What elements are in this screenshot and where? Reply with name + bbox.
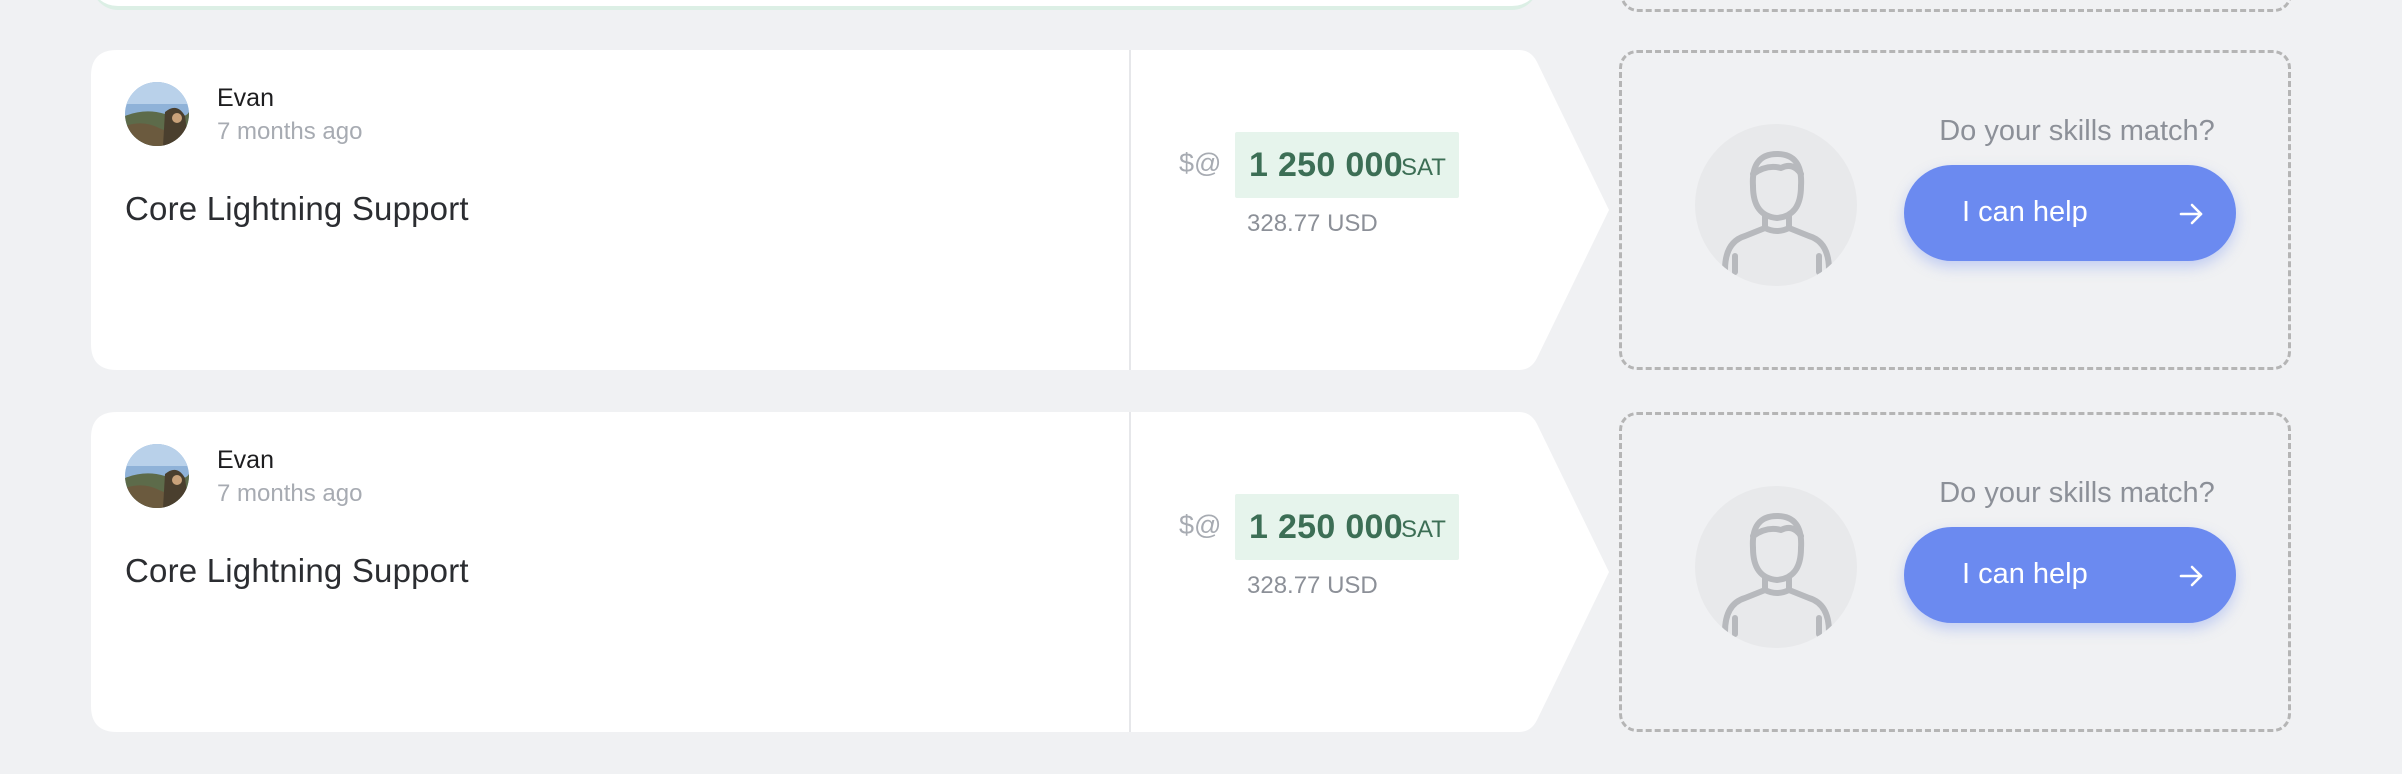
arrow-right-icon [2179,565,2203,587]
skills-match-prompt: Do your skills match? [1939,115,2215,147]
arrow-right-icon [2179,203,2203,225]
skills-match-prompt: Do your skills match? [1939,477,2215,509]
author-avatar[interactable] [125,82,189,146]
card-divider [1129,412,1131,732]
currency-icon: $@ [1179,510,1222,540]
sat-unit: SAT [1401,516,1446,543]
bounty-title[interactable]: Core Lightning Support [125,552,469,590]
author-name[interactable]: Evan [217,446,274,475]
user-placeholder-icon [1695,486,1857,648]
i-can-help-label: I can help [1962,196,2088,228]
bounty-card[interactable]: Evan 7 months ago Core Lightning Support… [91,412,1609,732]
usd-amount: 328.77 USD [1247,210,1378,237]
bounty-row: Evan 7 months ago Core Lightning Support… [0,412,2402,732]
card-divider [1129,50,1131,370]
usd-amount: 328.77 USD [1247,572,1378,599]
sat-amount: 1 250 000 [1249,508,1403,546]
bounty-card[interactable]: Evan 7 months ago Core Lightning Support… [91,50,1609,370]
previous-bounty-card-edge [92,0,1538,10]
previous-match-panel-edge [1620,0,2292,12]
sat-amount-badge: 1 250 000 SAT [1235,132,1459,198]
i-can-help-button[interactable]: I can help [1904,527,2236,623]
user-placeholder-icon [1695,124,1857,286]
post-time: 7 months ago [217,480,363,507]
author-avatar[interactable] [125,444,189,508]
post-time: 7 months ago [217,118,363,145]
skills-match-panel: Do your skills match? I can help [1619,412,2291,732]
bounty-row: Evan 7 months ago Core Lightning Support… [0,50,2402,370]
sat-amount: 1 250 000 [1249,146,1403,184]
sat-unit: SAT [1401,154,1446,181]
bounty-title[interactable]: Core Lightning Support [125,190,469,228]
sat-amount-badge: 1 250 000 SAT [1235,494,1459,560]
currency-icon: $@ [1179,148,1222,178]
i-can-help-label: I can help [1962,558,2088,590]
i-can-help-button[interactable]: I can help [1904,165,2236,261]
author-name[interactable]: Evan [217,84,274,113]
skills-match-panel: Do your skills match? I can help [1619,50,2291,370]
